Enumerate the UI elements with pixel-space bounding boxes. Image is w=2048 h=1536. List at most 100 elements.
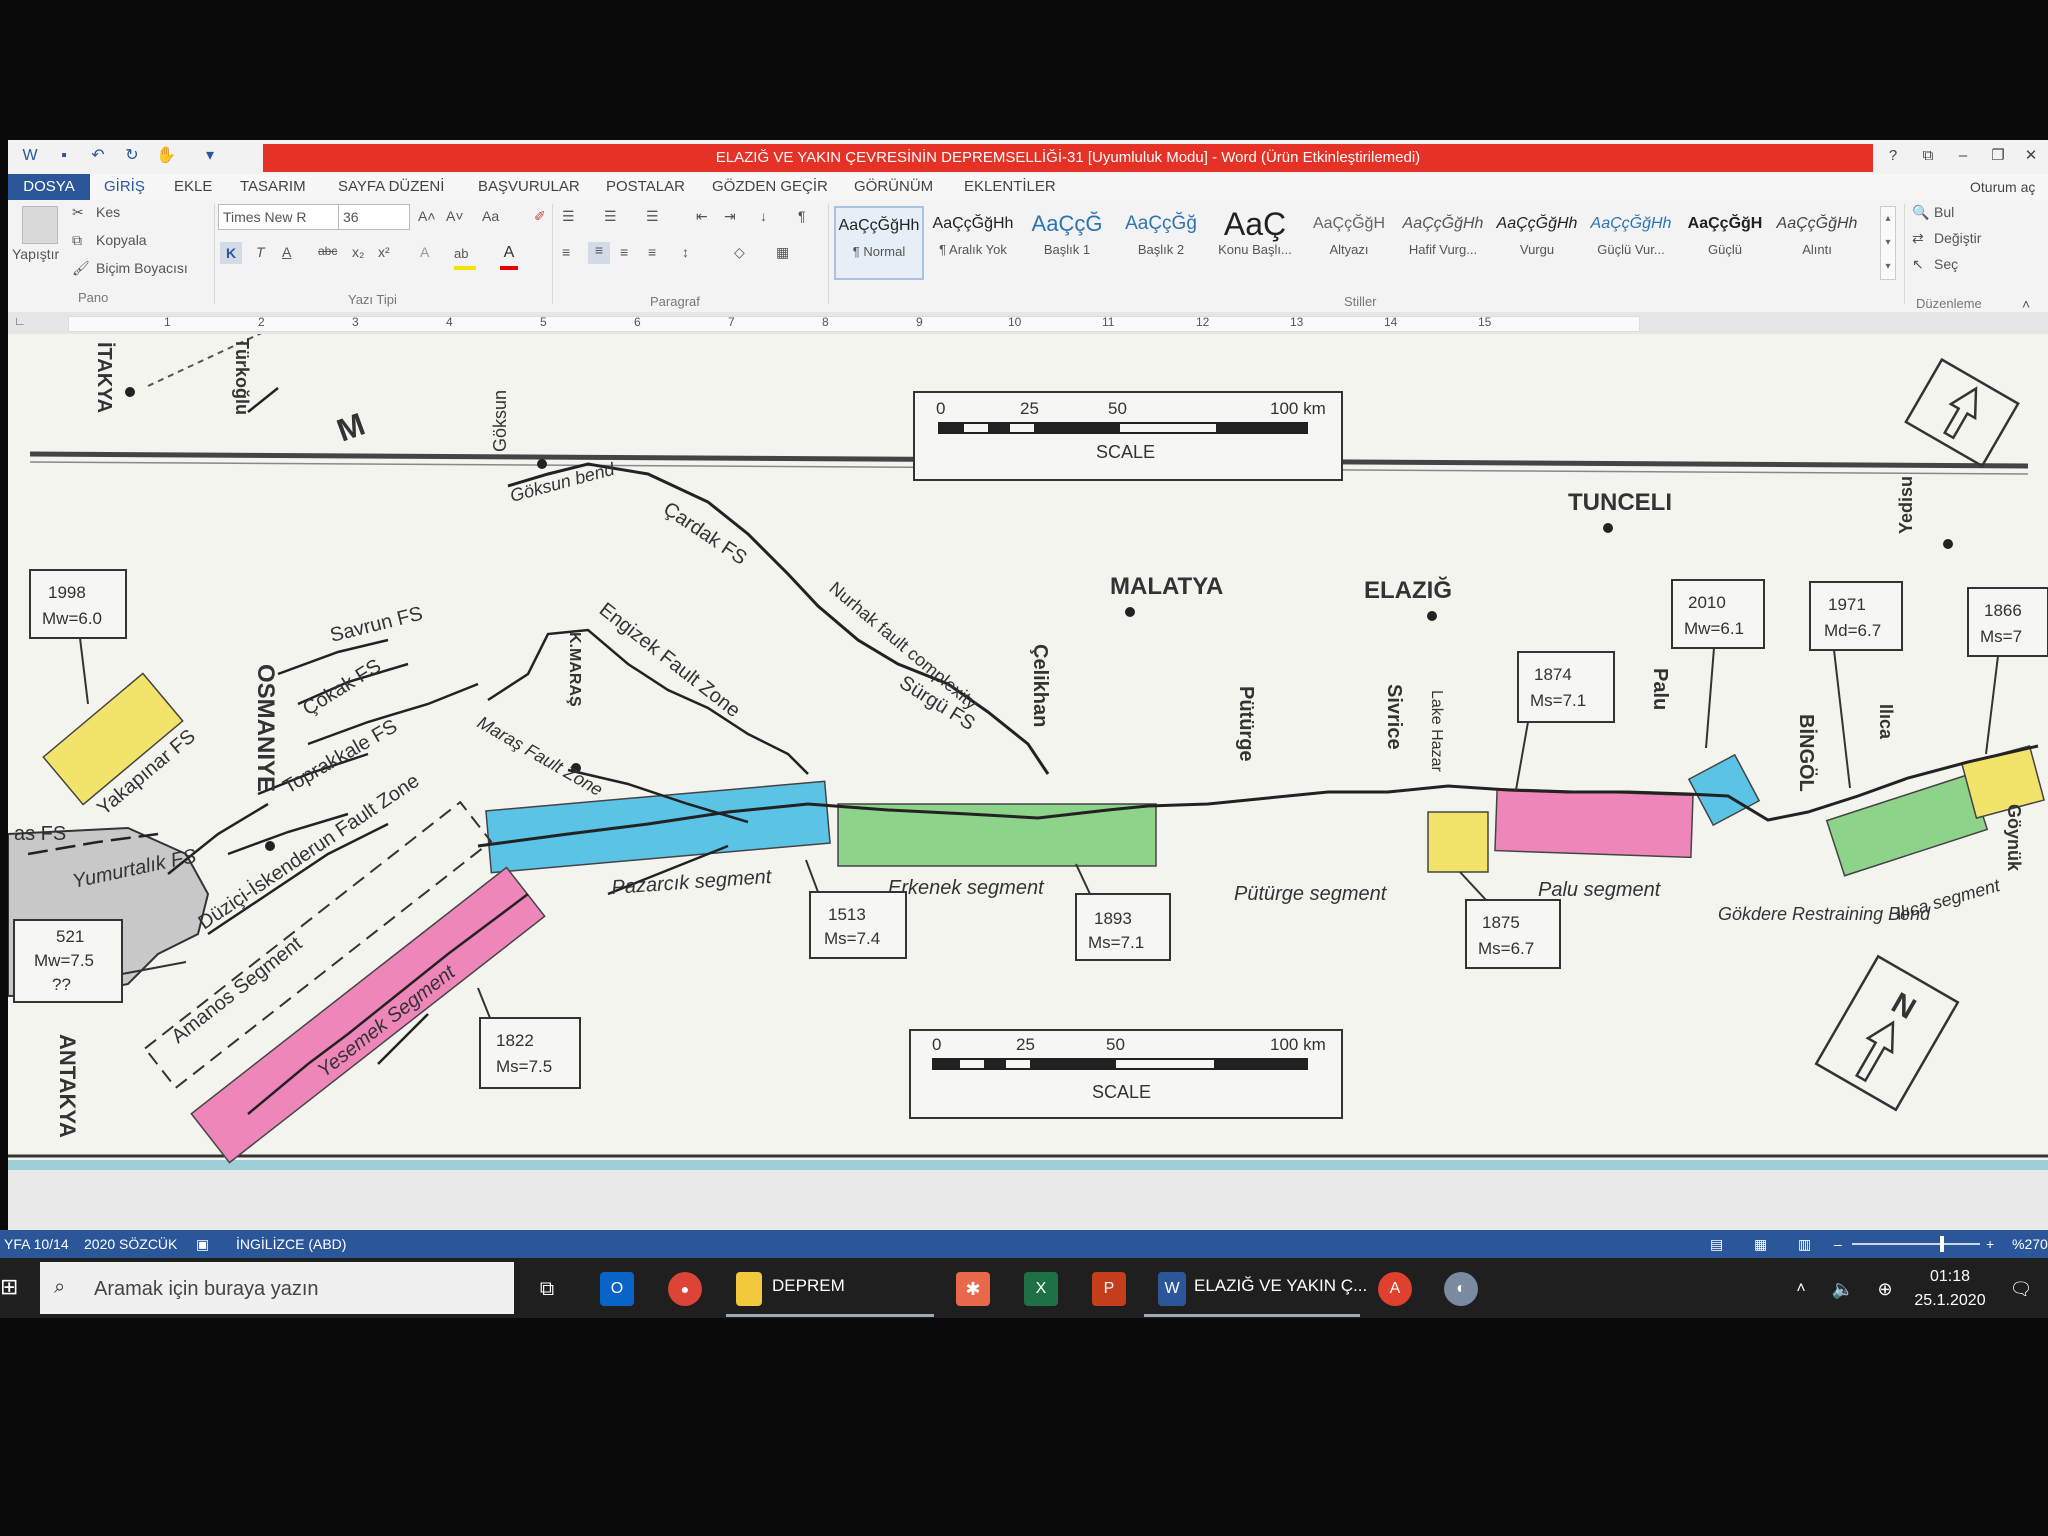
acrobat-icon[interactable]: A — [1378, 1272, 1412, 1306]
print-layout-icon[interactable]: ▦ — [1754, 1230, 1767, 1258]
tab-home[interactable]: GİRİŞ — [104, 174, 145, 200]
start-icon[interactable]: ⊞ — [0, 1274, 18, 1300]
decrease-indent-icon[interactable]: ⇤ — [696, 208, 708, 225]
cut-icon[interactable]: ✂ — [72, 204, 84, 221]
show-marks-icon[interactable]: ¶ — [798, 208, 806, 224]
shading-icon[interactable]: ◇ — [734, 244, 745, 261]
explorer-task[interactable]: DEPREM — [772, 1276, 845, 1296]
clear-formatting-icon[interactable]: ✐ — [534, 208, 546, 225]
tab-mailings[interactable]: POSTALAR — [606, 174, 685, 200]
style-title[interactable]: AaÇ Konu Başlı... — [1212, 206, 1298, 276]
powerpoint-icon[interactable]: P — [1092, 1272, 1126, 1306]
find-icon[interactable]: 🔍 — [1912, 204, 1929, 221]
align-right-icon[interactable]: ≡ — [620, 244, 628, 260]
ribbon-display-icon[interactable]: ⧉ — [1913, 144, 1943, 168]
align-left-icon[interactable]: ≡ — [562, 244, 570, 260]
excel-icon[interactable]: X — [1024, 1272, 1058, 1306]
format-painter-icon[interactable]: 🖌 — [72, 260, 90, 277]
increase-indent-icon[interactable]: ⇥ — [724, 208, 736, 225]
taskbar-search[interactable]: ⌕ Aramak için buraya yazın — [40, 1262, 514, 1314]
numbering-icon[interactable]: ☰ — [604, 208, 617, 225]
copy-button[interactable]: Kopyala — [96, 232, 147, 248]
zoom-level[interactable]: %270 — [2012, 1230, 2048, 1258]
chrome-icon[interactable]: ● — [668, 1272, 702, 1306]
borders-icon[interactable]: ▦ — [776, 244, 789, 261]
globe-app-icon[interactable]: ◐ — [1444, 1272, 1478, 1306]
tab-review[interactable]: GÖZDEN GEÇİR — [712, 174, 828, 200]
zoom-out-icon[interactable]: – — [1834, 1230, 1842, 1258]
volume-icon[interactable]: 🔈 — [1826, 1272, 1860, 1306]
superscript-button[interactable]: x² — [378, 244, 390, 260]
select-button[interactable]: Seç — [1934, 256, 1958, 272]
bold-button[interactable]: K — [220, 242, 242, 264]
tray-expand-icon[interactable]: ˄ — [1784, 1272, 1818, 1306]
bullets-icon[interactable]: ☰ — [562, 208, 575, 225]
tab-design[interactable]: TASARIM — [240, 174, 306, 200]
zoom-slider[interactable] — [1852, 1243, 1980, 1245]
word-task[interactable]: ELAZIĞ VE YAKIN Ç... — [1194, 1276, 1367, 1296]
find-button[interactable]: Bul — [1934, 204, 1954, 220]
select-icon[interactable]: ↖ — [1912, 256, 1924, 273]
zoom-slider-thumb[interactable] — [1940, 1236, 1944, 1252]
read-mode-icon[interactable]: ▤ — [1710, 1230, 1723, 1258]
collapse-ribbon-icon[interactable]: ˄ — [2022, 296, 2030, 312]
cut-button[interactable]: Kes — [96, 204, 120, 220]
multilevel-list-icon[interactable]: ☰ — [646, 208, 659, 225]
redo-icon[interactable]: ↻ — [122, 146, 142, 166]
tab-file[interactable]: DOSYA — [8, 174, 90, 200]
style-heading-1[interactable]: AaÇçĞ Başlık 1 — [1024, 206, 1110, 276]
document-page[interactable]: 0 25 50 100 km SCALE 0 25 50 100 km SCAL… — [8, 329, 2048, 1180]
replace-icon[interactable]: ⇄ — [1912, 230, 1924, 247]
shrink-font-icon[interactable]: A˅ — [446, 208, 464, 224]
style-strong[interactable]: AaÇçĞğH Güçlü — [1682, 206, 1768, 276]
line-spacing-icon[interactable]: ↕ — [682, 244, 689, 260]
style-heading-2[interactable]: AaÇçĞğ Başlık 2 — [1118, 206, 1204, 276]
clock-time[interactable]: 01:18 — [1920, 1268, 1980, 1286]
font-color-icon[interactable]: A — [500, 244, 518, 270]
customize-qat-icon[interactable]: ▾ — [200, 146, 220, 166]
paste-button[interactable]: Yapıştır — [12, 246, 59, 262]
font-size-box[interactable]: 36 — [338, 204, 410, 230]
sort-icon[interactable]: ↓ — [760, 208, 767, 224]
tab-insert[interactable]: EKLE — [174, 174, 212, 200]
word-icon[interactable]: W — [1158, 1272, 1186, 1306]
tab-view[interactable]: GÖRÜNÜM — [854, 174, 933, 200]
app-icon[interactable]: ✱ — [956, 1272, 990, 1306]
notifications-icon[interactable]: 🗨 — [2004, 1272, 2038, 1306]
italic-button[interactable]: T — [256, 244, 265, 260]
clock-date[interactable]: 25.1.2020 — [1910, 1292, 1990, 1310]
tab-references[interactable]: BAŞVURULAR — [478, 174, 580, 200]
zoom-in-icon[interactable]: + — [1986, 1230, 1994, 1258]
undo-icon[interactable]: ↶ — [88, 146, 108, 166]
style-no-spacing[interactable]: AaÇçĞğHh ¶ Aralık Yok — [930, 206, 1016, 276]
grow-font-icon[interactable]: A˄ — [418, 208, 436, 224]
save-icon[interactable]: ▪ — [54, 146, 74, 166]
change-case-button[interactable]: Aa — [482, 208, 499, 224]
folder-icon[interactable] — [736, 1272, 762, 1306]
page-indicator[interactable]: YFA 10/14 — [4, 1230, 69, 1258]
style-normal[interactable]: AaÇçĞğHh ¶ Normal — [834, 206, 924, 280]
tab-layout[interactable]: SAYFA DÜZENİ — [338, 174, 444, 200]
search-input[interactable]: Aramak için buraya yazın — [94, 1278, 319, 1301]
styles-scroll-icon[interactable]: ▴ ▾ ▾ — [1880, 206, 1896, 280]
minimize-icon[interactable]: – — [1948, 144, 1978, 168]
task-view-icon[interactable]: ⧉ — [530, 1272, 564, 1306]
font-name-box[interactable]: Times New R — [218, 204, 340, 230]
underline-button[interactable]: A — [282, 244, 291, 260]
style-quote[interactable]: AaÇçĞğHh Alıntı — [1774, 206, 1860, 276]
subscript-button[interactable]: x₂ — [352, 244, 364, 260]
word-count[interactable]: 2020 SÖZCÜK — [84, 1230, 177, 1258]
style-intense-emphasis[interactable]: AaÇçĞğHh Güçlü Vur... — [1588, 206, 1674, 276]
touch-mode-icon[interactable]: ✋ — [156, 146, 176, 166]
paste-icon[interactable] — [22, 206, 58, 244]
copy-icon[interactable]: ⧉ — [72, 232, 82, 249]
text-effects-icon[interactable]: A — [420, 244, 429, 260]
outlook-icon[interactable]: O — [600, 1272, 634, 1306]
strikethrough-button[interactable]: abc — [318, 244, 337, 258]
proofing-icon[interactable]: ▣ — [196, 1230, 209, 1258]
tab-selector-icon[interactable]: ∟ — [14, 314, 26, 328]
help-button[interactable]: ? — [1878, 144, 1908, 168]
justify-icon[interactable]: ≡ — [648, 244, 656, 260]
language-indicator[interactable]: İNGİLİZCE (ABD) — [236, 1230, 346, 1258]
style-subtle-emphasis[interactable]: AaÇçĞğHh Hafif Vurg... — [1400, 206, 1486, 276]
